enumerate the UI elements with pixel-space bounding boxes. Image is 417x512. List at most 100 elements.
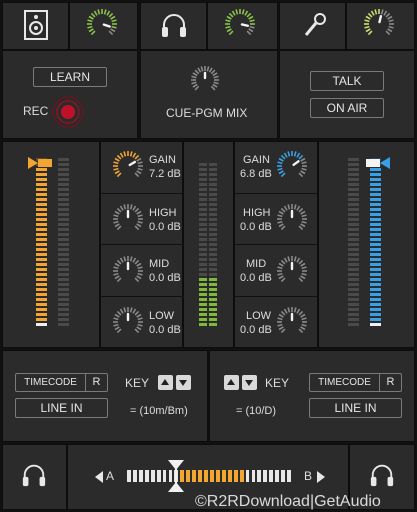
meter-segment bbox=[58, 198, 69, 201]
left-timecode-button[interactable]: TIMECODE bbox=[15, 373, 85, 392]
meter-segment bbox=[348, 268, 359, 271]
headphones-icon[interactable] bbox=[160, 11, 188, 44]
meter-segment bbox=[36, 273, 47, 276]
meter-segment bbox=[370, 288, 381, 291]
left-mid-knob[interactable] bbox=[112, 255, 144, 292]
left-gain-label: GAIN bbox=[149, 154, 176, 166]
meter-segment bbox=[199, 253, 207, 256]
meter-segment bbox=[348, 283, 359, 286]
meter-segment bbox=[348, 168, 359, 171]
meter-segment bbox=[58, 203, 69, 206]
meter-segment bbox=[348, 228, 359, 231]
headphone-volume-knob[interactable] bbox=[224, 8, 256, 45]
meter-segment bbox=[36, 213, 47, 216]
talk-button[interactable]: TALK bbox=[310, 71, 384, 91]
right-timecode-button[interactable]: TIMECODE bbox=[309, 373, 379, 392]
meter-segment bbox=[36, 313, 47, 316]
meter-segment bbox=[36, 293, 47, 296]
right-low-value: 0.0 dB bbox=[240, 324, 272, 336]
speaker-icon[interactable] bbox=[24, 10, 48, 45]
meter-segment bbox=[58, 323, 69, 326]
right-low-knob[interactable] bbox=[276, 306, 308, 343]
meter-segment bbox=[348, 288, 359, 291]
right-key-down-button[interactable] bbox=[242, 375, 257, 390]
meter-segment bbox=[58, 273, 69, 276]
meter-segment bbox=[58, 308, 69, 311]
left-low-value: 0.0 dB bbox=[149, 324, 181, 336]
meter-segment bbox=[58, 208, 69, 211]
crossfader-segment bbox=[269, 470, 274, 482]
left-low-knob[interactable] bbox=[112, 306, 144, 343]
right-line-in-button[interactable]: LINE IN bbox=[309, 398, 402, 418]
main-volume-knob[interactable] bbox=[86, 8, 118, 45]
meter-segment bbox=[348, 223, 359, 226]
meter-segment bbox=[370, 198, 381, 201]
meter-segment bbox=[348, 243, 359, 246]
microphone-icon[interactable] bbox=[300, 11, 328, 44]
meter-segment bbox=[209, 223, 217, 226]
meter-segment bbox=[199, 198, 207, 201]
meter-segment bbox=[36, 238, 47, 241]
meter-segment bbox=[209, 288, 217, 291]
meter-segment bbox=[209, 208, 217, 211]
meter-segment bbox=[370, 203, 381, 206]
left-fader-handle[interactable] bbox=[28, 156, 52, 174]
meter-segment bbox=[348, 198, 359, 201]
meter-segment bbox=[209, 278, 217, 281]
right-headphone-cue-icon[interactable] bbox=[369, 462, 395, 493]
meter-segment bbox=[199, 238, 207, 241]
meter-segment bbox=[348, 173, 359, 176]
meter-segment bbox=[209, 178, 217, 181]
right-gain-knob[interactable] bbox=[276, 150, 308, 187]
on-air-button[interactable]: ON AIR bbox=[310, 98, 384, 118]
left-key-down-button[interactable] bbox=[176, 375, 191, 390]
right-high-label: HIGH bbox=[243, 207, 271, 219]
crossfader-segment bbox=[275, 470, 280, 482]
meter-segment bbox=[36, 253, 47, 256]
mic-volume-knob[interactable] bbox=[363, 8, 395, 45]
left-headphone-cue-icon[interactable] bbox=[21, 462, 47, 493]
crossfader-left-arrow-icon[interactable] bbox=[95, 470, 103, 488]
left-line-in-button[interactable]: LINE IN bbox=[15, 398, 108, 418]
meter-segment bbox=[370, 298, 381, 301]
meter-segment bbox=[58, 168, 69, 171]
meter-segment bbox=[199, 313, 207, 316]
cue-pgm-mix-knob[interactable] bbox=[190, 65, 220, 100]
meter-segment bbox=[199, 173, 207, 176]
meter-segment bbox=[199, 223, 207, 226]
left-mid-label: MID bbox=[149, 258, 170, 270]
meter-segment bbox=[348, 248, 359, 251]
left-high-value: 0.0 dB bbox=[149, 221, 181, 233]
meter-segment bbox=[370, 233, 381, 236]
left-high-knob[interactable] bbox=[112, 203, 144, 240]
right-channel-fader[interactable] bbox=[370, 158, 381, 328]
right-r-button[interactable]: R bbox=[379, 373, 402, 392]
meter-segment bbox=[58, 268, 69, 271]
right-high-knob[interactable] bbox=[276, 203, 308, 240]
left-mid-value: 0.0 dB bbox=[149, 272, 181, 284]
meter-segment bbox=[58, 253, 69, 256]
rec-button[interactable] bbox=[51, 95, 85, 134]
right-key-up-button[interactable] bbox=[224, 375, 239, 390]
meter-segment bbox=[36, 298, 47, 301]
left-channel-fader[interactable] bbox=[36, 158, 47, 328]
meter-segment bbox=[370, 238, 381, 241]
left-r-button[interactable]: R bbox=[85, 373, 108, 392]
crossfader-right-arrow-icon[interactable] bbox=[317, 470, 325, 488]
left-key-label: KEY bbox=[125, 376, 150, 390]
crossfader-track[interactable] bbox=[127, 470, 293, 482]
meter-segment bbox=[370, 253, 381, 256]
meter-segment bbox=[209, 203, 217, 206]
left-key-up-button[interactable] bbox=[158, 375, 173, 390]
crossfader-handle[interactable] bbox=[168, 460, 184, 497]
right-fader-handle[interactable] bbox=[366, 156, 390, 174]
meter-segment bbox=[36, 198, 47, 201]
meter-segment bbox=[199, 178, 207, 181]
meter-segment bbox=[209, 183, 217, 186]
left-gain-knob[interactable] bbox=[112, 150, 144, 187]
learn-button[interactable]: LEARN bbox=[33, 67, 107, 87]
left-deck-panel bbox=[2, 350, 208, 442]
right-mid-knob[interactable] bbox=[276, 255, 308, 292]
crossfader-segment bbox=[263, 470, 268, 482]
meter-segment bbox=[370, 223, 381, 226]
